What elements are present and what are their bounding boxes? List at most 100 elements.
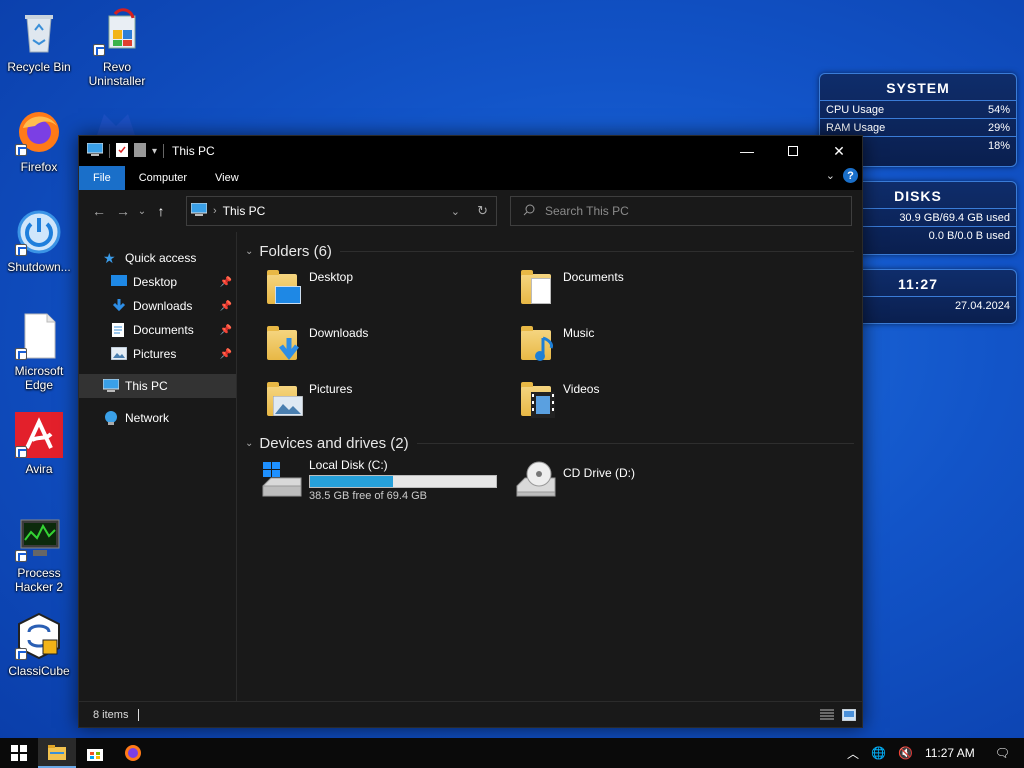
desktop-icon-label: ClassiCube <box>8 664 70 678</box>
nav-quick-access[interactable]: ★ Quick access <box>79 246 236 270</box>
folder-tile-documents[interactable]: Documents <box>517 266 771 310</box>
pin-icon[interactable]: 📌 <box>220 349 232 360</box>
back-button[interactable]: ← <box>87 203 111 219</box>
taskbar-firefox[interactable] <box>114 738 152 768</box>
title-bar[interactable]: ▾ This PC — ✕ <box>79 136 862 166</box>
chevron-down-icon[interactable]: ⌄ <box>245 438 253 449</box>
refresh-icon[interactable]: ↻ <box>477 203 488 219</box>
recent-locations-button[interactable]: ⌄ <box>135 206 149 217</box>
revo-uninstaller-icon <box>93 8 141 56</box>
recycle-bin-icon <box>15 8 63 56</box>
malwarebytes-icon <box>92 108 140 136</box>
customize-toolbar-icon[interactable]: ▾ <box>152 146 157 157</box>
desktop-icon-revo-uninstaller[interactable]: Revo Uninstaller <box>79 8 155 88</box>
folder-tile-pictures[interactable]: Pictures <box>263 378 517 422</box>
chevron-down-icon[interactable]: ⌄ <box>245 246 253 257</box>
forward-button[interactable]: → <box>111 203 135 219</box>
minimize-button[interactable]: — <box>724 136 770 166</box>
folders-group-header[interactable]: ⌄ Folders (6) <box>245 236 854 266</box>
group-title: Folders (6) <box>259 242 332 260</box>
nav-item-downloads[interactable]: Downloads 📌 <box>79 294 236 318</box>
folder-tile-downloads[interactable]: Downloads <box>263 322 517 366</box>
desktop-icon-recycle-bin[interactable]: Recycle Bin <box>1 8 77 74</box>
expand-ribbon-icon[interactable]: ⌄ <box>826 169 835 182</box>
nav-network[interactable]: Network <box>79 406 236 430</box>
desktop-folder-icon <box>263 266 305 308</box>
search-box[interactable] <box>510 196 852 226</box>
notifications-icon[interactable]: 🗨 <box>981 746 1024 760</box>
taskbar-clock[interactable]: 11:27 AM <box>919 746 981 760</box>
view-switcher <box>820 708 857 721</box>
search-input[interactable] <box>545 204 825 218</box>
classicube-icon <box>15 612 63 660</box>
desktop-icon-avira[interactable]: Avira <box>1 410 77 476</box>
properties-icon[interactable] <box>116 142 128 160</box>
pin-icon[interactable]: 📌 <box>220 277 232 288</box>
folder-tile-music[interactable]: Music <box>517 322 771 366</box>
drives-group-header[interactable]: ⌄ Devices and drives (2) <box>245 428 854 458</box>
network-icon <box>103 411 119 425</box>
computer-icon <box>190 202 208 219</box>
folder-name: Desktop <box>309 270 354 284</box>
desktop-icon-label: Microsoft Edge <box>14 364 64 392</box>
widget-row: CPU Usage 54% <box>820 101 1016 119</box>
address-bar[interactable]: › This PC ⌄ ↻ <box>186 196 497 226</box>
separator <box>109 144 110 158</box>
taskbar-store[interactable] <box>76 738 114 768</box>
details-view-icon[interactable] <box>820 709 834 721</box>
large-icons-view-icon[interactable] <box>841 708 857 721</box>
nav-item-pictures[interactable]: Pictures 📌 <box>79 342 236 366</box>
clock-date: 27.04.2024 <box>954 300 1010 312</box>
pin-icon[interactable]: 📌 <box>220 325 232 336</box>
drive-tile-d[interactable]: CD Drive (D:) <box>513 458 767 510</box>
computer-icon <box>102 378 120 393</box>
volume-muted-icon[interactable]: 🔇 <box>892 746 919 760</box>
drive-name: Local Disk (C:) <box>309 458 388 472</box>
desktop-icon-classicube[interactable]: ClassiCube <box>1 612 77 678</box>
folder-tile-videos[interactable]: Videos <box>517 378 771 422</box>
pin-icon[interactable]: 📌 <box>220 301 232 312</box>
maximize-button[interactable] <box>770 136 816 166</box>
file-explorer-icon <box>48 745 66 760</box>
help-icon[interactable]: ? <box>843 168 858 183</box>
desktop-icon-process-hacker[interactable]: Process Hacker 2 <box>1 514 77 594</box>
close-button[interactable]: ✕ <box>816 136 862 166</box>
tab-file[interactable]: File <box>79 166 125 190</box>
chevron-down-icon[interactable]: ⌄ <box>451 205 460 218</box>
navigation-pane: ★ Quick access Desktop 📌 Downloads 📌 Doc… <box>79 232 237 701</box>
desktop-icon-microsoft-edge[interactable]: Microsoft Edge <box>1 312 77 392</box>
explorer-window: ▾ This PC — ✕ File Computer View ⌄ ? ← →… <box>78 135 863 728</box>
computer-icon[interactable] <box>86 142 104 160</box>
up-button[interactable]: ↑ <box>149 203 173 219</box>
desktop-icon-shutdown[interactable]: Shutdown... <box>1 208 77 274</box>
globe-icon[interactable]: 🌐 <box>865 746 892 760</box>
drives-grid: Local Disk (C:) 38.5 GB free of 69.4 GB … <box>245 458 854 510</box>
folder-name: Music <box>563 326 595 340</box>
nav-item-desktop[interactable]: Desktop 📌 <box>79 270 236 294</box>
desktop-icon-firefox[interactable]: Firefox <box>1 108 77 174</box>
new-folder-icon[interactable] <box>134 142 146 160</box>
nav-item-documents[interactable]: Documents 📌 <box>79 318 236 342</box>
download-icon <box>111 299 127 313</box>
taskbar-file-explorer[interactable] <box>38 738 76 768</box>
hard-drive-icon <box>259 458 305 502</box>
tab-computer[interactable]: Computer <box>125 166 201 190</box>
ribbon-tabs: File Computer View ⌄ ? <box>79 166 862 190</box>
tab-view[interactable]: View <box>201 166 253 190</box>
picture-icon <box>110 346 128 361</box>
chevron-right-icon[interactable]: › <box>213 205 217 217</box>
search-icon <box>523 204 535 219</box>
documents-folder-icon <box>517 266 559 308</box>
start-button[interactable] <box>0 738 38 768</box>
desktop-icon-label: Firefox <box>20 160 58 174</box>
videos-folder-icon <box>517 378 559 420</box>
explorer-body: ★ Quick access Desktop 📌 Downloads 📌 Doc… <box>79 232 862 701</box>
store-icon <box>87 749 103 761</box>
content-pane: ⌄ Folders (6) Desktop Documents Download… <box>237 232 862 701</box>
status-separator <box>138 708 140 721</box>
drive-tile-c[interactable]: Local Disk (C:) 38.5 GB free of 69.4 GB <box>259 458 513 510</box>
nav-this-pc[interactable]: This PC <box>79 374 236 398</box>
folder-tile-desktop[interactable]: Desktop <box>263 266 517 310</box>
chevron-up-icon[interactable]: ︿ <box>841 745 865 762</box>
document-icon <box>111 323 127 337</box>
